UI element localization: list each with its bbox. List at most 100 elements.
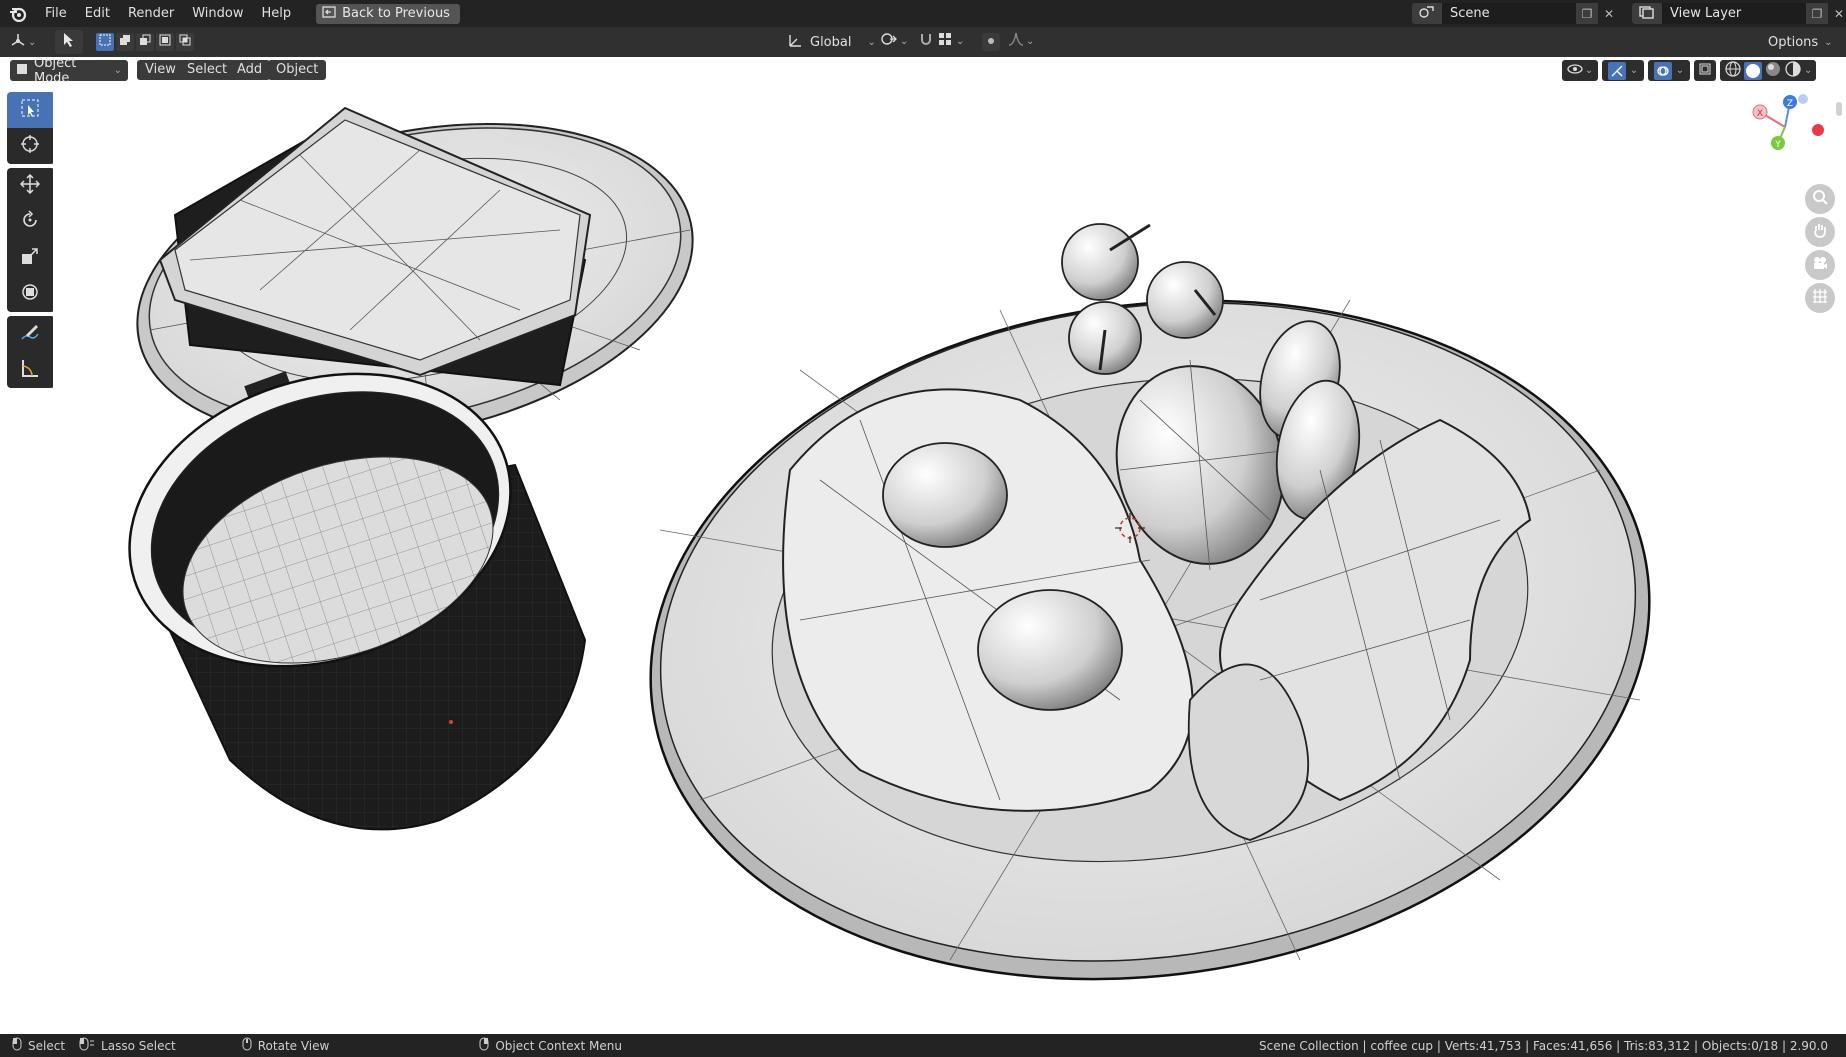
top-bar: File Edit Render Window Help Back to Pre…: [0, 0, 1846, 27]
menu-view[interactable]: View: [137, 60, 184, 80]
select-box-icon: [20, 98, 40, 122]
menu-select[interactable]: Select: [179, 60, 236, 80]
zoom-button[interactable]: [1805, 184, 1835, 214]
cursor-tool[interactable]: [7, 128, 53, 164]
annotate-tool[interactable]: [7, 316, 53, 352]
blender-logo-icon[interactable]: [8, 4, 28, 24]
selection-mode-group: [96, 33, 194, 51]
proportional-editing-button[interactable]: [982, 33, 1000, 51]
object-mode-label: Object Mode: [34, 57, 77, 86]
select-invert-button[interactable]: [156, 33, 174, 51]
snap-group: ⌄: [918, 31, 964, 51]
solid-shading-icon[interactable]: [1744, 61, 1762, 80]
scene-name-field[interactable]: Scene: [1442, 3, 1576, 24]
orientation-icon: [788, 32, 804, 52]
close-icon: ✕: [1833, 6, 1845, 21]
pan-button[interactable]: [1805, 217, 1835, 247]
new-view-layer-button[interactable]: ❐: [1806, 3, 1828, 24]
move-tool[interactable]: [7, 168, 53, 204]
menu-add[interactable]: Add: [229, 60, 271, 80]
object-mode-icon: [16, 63, 28, 79]
back-to-previous-button[interactable]: Back to Previous: [316, 3, 460, 24]
camera-icon: [1812, 255, 1828, 275]
measure-tool[interactable]: [7, 352, 53, 388]
xray-icon: [1699, 63, 1711, 79]
menu-file[interactable]: File: [36, 0, 76, 27]
mouse-left-icon: [12, 1037, 22, 1054]
status-select-label: Select: [28, 1038, 66, 1053]
menu-render[interactable]: Render: [119, 0, 183, 27]
transform-tool[interactable]: [7, 276, 53, 312]
rendered-shading-icon[interactable]: [1784, 60, 1802, 82]
chevron-down-icon[interactable]: ⌄: [1804, 65, 1812, 76]
menu-window[interactable]: Window: [183, 0, 252, 27]
mouse-right-icon: [479, 1037, 489, 1054]
chevron-down-icon: ⌄: [113, 65, 122, 76]
hand-icon: [1812, 222, 1828, 242]
select-subtract-button[interactable]: [136, 33, 154, 51]
gizmo-icon: [1607, 61, 1626, 80]
options-dropdown[interactable]: Options ⌄: [1768, 31, 1833, 53]
pivot-icon: [880, 31, 898, 51]
snap-grid-icon[interactable]: [938, 32, 952, 50]
falloff-dropdown[interactable]: ⌄: [1008, 31, 1034, 51]
scene-browse-button[interactable]: [1412, 3, 1442, 24]
3d-viewport[interactable]: Object Mode ⌄ View Select Add Object ⌄ ⌄…: [0, 57, 1846, 1034]
select-invert-icon: [159, 34, 171, 50]
gizmo-toggle[interactable]: ⌄: [1602, 60, 1644, 81]
chevron-down-icon: ⌄: [28, 36, 37, 48]
status-context: Object Context Menu: [479, 1037, 622, 1054]
select-extend-button[interactable]: [116, 33, 134, 51]
status-rotate-label: Rotate View: [257, 1038, 330, 1053]
view-layer-selector: View Layer ❐ ✕: [1632, 3, 1846, 24]
scene-icon: [1418, 5, 1436, 23]
select-intersect-button[interactable]: [176, 33, 194, 51]
visibility-dropdown[interactable]: ⌄: [1562, 60, 1598, 81]
scale-tool[interactable]: [7, 240, 53, 276]
scene-statistics: Scene Collection | coffee cup | Verts:41…: [1258, 1038, 1828, 1053]
tool-header: ⌄ Global ⌄ ⌄ ⌄ ⌄ Options ⌄: [0, 27, 1846, 57]
menu-edit[interactable]: Edit: [76, 0, 119, 27]
navigation-gizmo[interactable]: Z X Y: [1740, 87, 1830, 167]
wireframe-shading-icon[interactable]: [1724, 60, 1742, 82]
viewport-scene: [128, 106, 1651, 981]
camera-view-button[interactable]: [1805, 250, 1835, 280]
select-new-button[interactable]: [96, 33, 114, 51]
duplicate-icon: ❐: [1581, 6, 1593, 21]
rotate-tool[interactable]: [7, 204, 53, 240]
chevron-down-icon[interactable]: ⌄: [956, 36, 964, 47]
editor-type-button[interactable]: ⌄: [10, 32, 40, 52]
transform-orientation-dropdown[interactable]: Global ⌄: [788, 31, 876, 53]
select-intersect-icon: [179, 34, 191, 50]
transform-orientation-label: Global: [810, 34, 852, 50]
menu-object[interactable]: Object: [268, 60, 327, 80]
new-scene-button[interactable]: ❐: [1576, 3, 1598, 24]
object-mode-dropdown[interactable]: Object Mode ⌄: [10, 57, 128, 86]
gizmo-z-label: Z: [1787, 99, 1793, 109]
status-select: Select: [12, 1037, 65, 1054]
eye-icon: [1567, 63, 1583, 79]
view-layer-browse-button[interactable]: [1632, 3, 1662, 24]
xray-toggle[interactable]: [1694, 60, 1716, 81]
view-layer-icon: [1638, 5, 1656, 23]
back-to-previous-label: Back to Previous: [342, 6, 450, 21]
cursor-select-icon: [62, 32, 76, 52]
select-box-tool[interactable]: [7, 92, 53, 128]
perspective-toggle-button[interactable]: [1805, 283, 1835, 313]
tool-shelf: [7, 92, 55, 392]
material-shading-icon[interactable]: [1764, 60, 1782, 82]
snap-toggle-icon[interactable]: [918, 31, 934, 51]
delete-scene-button[interactable]: ✕: [1598, 3, 1620, 24]
view-layer-name-field[interactable]: View Layer: [1662, 3, 1806, 24]
active-tool-button[interactable]: [55, 30, 83, 54]
overlays-toggle[interactable]: ⌄: [1648, 60, 1690, 81]
back-icon: [322, 5, 336, 22]
rotate-icon: [20, 210, 40, 234]
menu-help[interactable]: Help: [253, 0, 301, 27]
3d-cursor-icon: [20, 134, 40, 158]
delete-view-layer-button[interactable]: ✕: [1828, 3, 1846, 24]
viewport-scrollbar[interactable]: [1836, 102, 1842, 116]
scale-icon: [20, 246, 40, 270]
chevron-down-icon: ⌄: [900, 35, 909, 47]
pivot-point-dropdown[interactable]: ⌄: [880, 31, 908, 51]
